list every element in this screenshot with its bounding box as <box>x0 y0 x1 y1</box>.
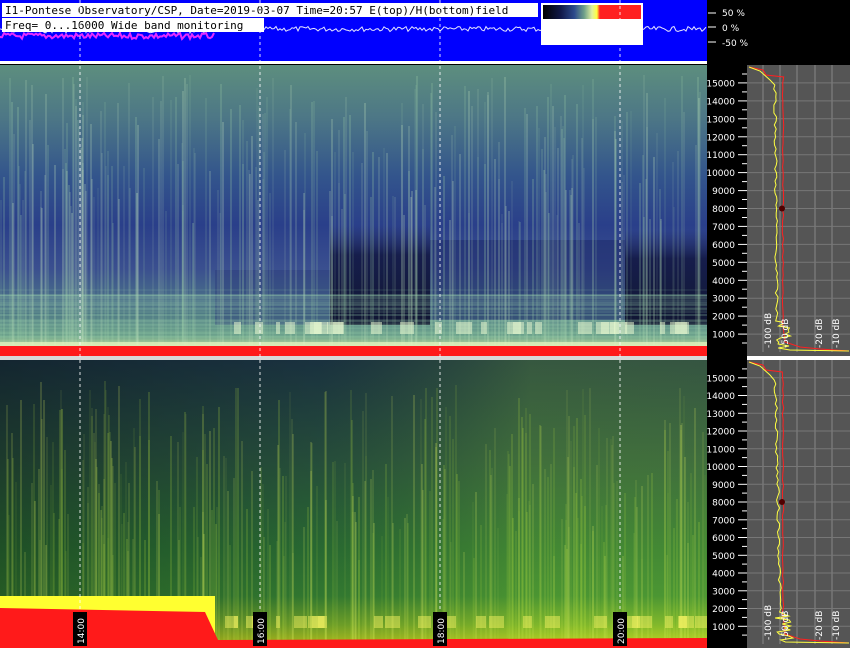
freq-tick-label: 15000 <box>706 374 735 384</box>
freq-tick-label: 14000 <box>706 392 735 402</box>
spectrum-axis-label: -100 dB <box>764 313 774 348</box>
amp-label-0: 0 % <box>722 24 740 34</box>
spectrum-axis-label: -100 dB <box>764 605 774 640</box>
freq-tick-label: 6000 <box>712 241 735 251</box>
colorbar-label-min: -100 dB <box>543 35 578 45</box>
freq-tick-label: 15000 <box>706 79 735 89</box>
freq-tick-label: 13000 <box>706 410 735 420</box>
freq-tick-label: 2000 <box>712 605 735 615</box>
freq-tick-label: 5000 <box>712 259 735 269</box>
freq-tick-label: 1000 <box>712 331 735 341</box>
freq-tick-label: 8000 <box>712 205 735 215</box>
freq-tick-label: 3000 <box>712 295 735 305</box>
amp-label-50: 50 % <box>722 9 745 19</box>
colorbar <box>543 5 641 19</box>
spectrum-plot-top: -100 dB -50 dB -20 dB -10 dB <box>747 65 850 356</box>
time-tick-label: 20:00 <box>617 618 627 644</box>
freq-tick-label: 5000 <box>712 552 735 562</box>
freq-tick-label: 13000 <box>706 115 735 125</box>
freq-tick-label: 7000 <box>712 516 735 526</box>
freq-tick-label: 3000 <box>712 587 735 597</box>
freq-tick-label: 10000 <box>706 463 735 473</box>
freq-tick-label: 4000 <box>712 277 735 287</box>
time-tick-label: 14:00 <box>77 618 87 644</box>
spectrum-axis-label: -10 dB <box>832 611 842 640</box>
amp-label-minus50: -50 % <box>722 39 749 49</box>
freq-tick-label: 11000 <box>706 151 735 161</box>
freq-tick-label: 10000 <box>706 169 735 179</box>
freq-tick-label: 2000 <box>712 313 735 323</box>
freq-tick-label: 11000 <box>706 445 735 455</box>
freq-tick-label: 12000 <box>706 428 735 438</box>
freq-tick-label: 14000 <box>706 97 735 107</box>
spectrogram-window: I1-Pontese Observatory/CSP, Date=2019-03… <box>0 0 850 648</box>
freq-tick-label: 6000 <box>712 534 735 544</box>
spectrum-axis-label: -50 dB <box>781 319 791 348</box>
freq-tick-label: 4000 <box>712 570 735 580</box>
spectrogram-top <box>0 65 707 356</box>
colorbar-label-max: 0 <box>636 35 642 45</box>
spectrogram-bottom <box>0 360 709 648</box>
freq-tick-label: 9000 <box>712 187 735 197</box>
freq-tick-label: 9000 <box>712 481 735 491</box>
colorbar-label-mid: -50 <box>594 35 609 45</box>
time-tick-label: 18:00 <box>437 618 447 644</box>
separator <box>0 61 707 64</box>
spectrum-axis-label: -50 dB <box>781 611 791 640</box>
spectrum-axis-label: -20 dB <box>815 611 825 640</box>
time-tick-label: 16:00 <box>257 618 267 644</box>
spectrum-axis-label: -10 dB <box>832 319 842 348</box>
spectrum-axis-label: -20 dB <box>815 319 825 348</box>
spectrum-plot-bottom: -100 dB -50 dB -20 dB -10 dB <box>747 360 850 648</box>
marker-bottom <box>779 499 785 505</box>
freq-tick-label: 7000 <box>712 223 735 233</box>
spectrogram-chart: I1-Pontese Observatory/CSP, Date=2019-03… <box>0 0 850 648</box>
freq-tick-label: 1000 <box>712 623 735 633</box>
marker-top <box>779 205 785 212</box>
freq-tick-label: 12000 <box>706 133 735 143</box>
freq-tick-label: 8000 <box>712 499 735 509</box>
header-line-2: Freq= 0...16000 Wide band monitoring <box>5 19 243 32</box>
panel-divider <box>0 356 707 360</box>
header-line-1: I1-Pontese Observatory/CSP, Date=2019-03… <box>5 4 508 17</box>
